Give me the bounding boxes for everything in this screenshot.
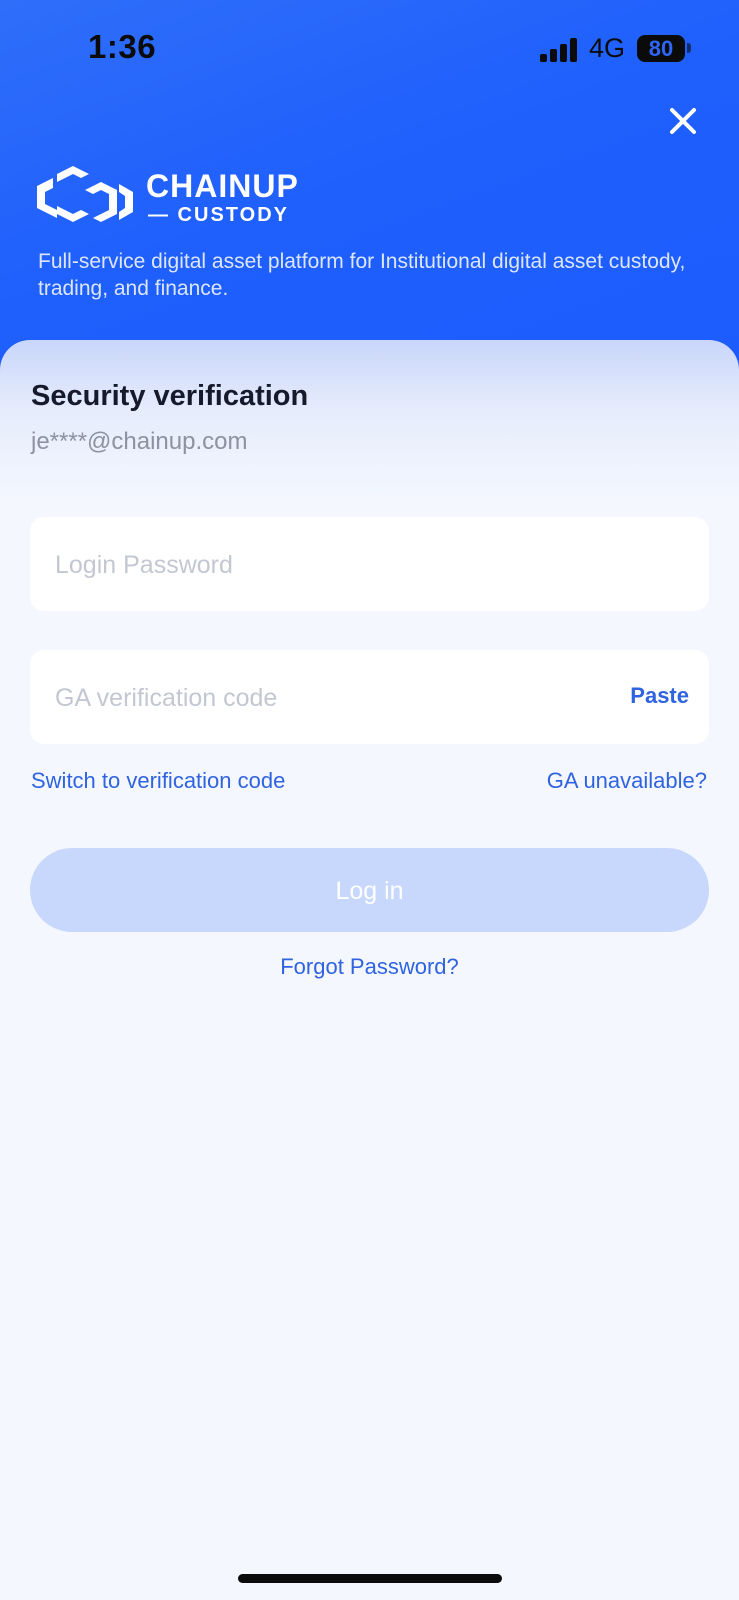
battery-tip [687,43,691,53]
ga-code-field[interactable]: Paste [30,650,709,746]
battery-icon: 80 [637,35,685,62]
signal-icon [540,38,578,62]
ga-unavailable-link[interactable]: GA unavailable? [547,768,707,794]
paste-button[interactable]: Paste [630,683,689,709]
password-input[interactable] [53,517,577,613]
ga-code-input[interactable] [53,650,577,746]
password-field[interactable] [30,517,709,613]
close-icon[interactable] [668,106,698,136]
brand-subtitle: — CUSTODY [148,204,289,226]
network-label: 4G [589,33,626,63]
status-time: 1:36 [88,28,157,65]
forgot-password-link[interactable]: Forgot Password? [0,954,739,980]
switch-verification-link[interactable]: Switch to verification code [31,768,285,794]
brand-name: CHAINUP [146,168,299,204]
home-indicator [238,1574,502,1583]
tagline: Full-service digital asset platform for … [38,250,686,300]
status-bar: 1:36 4G 80 [0,0,739,100]
login-button[interactable]: Log in [30,848,709,932]
page-title: Security verification [31,380,309,412]
masked-email: je****@chainup.com [31,428,248,455]
